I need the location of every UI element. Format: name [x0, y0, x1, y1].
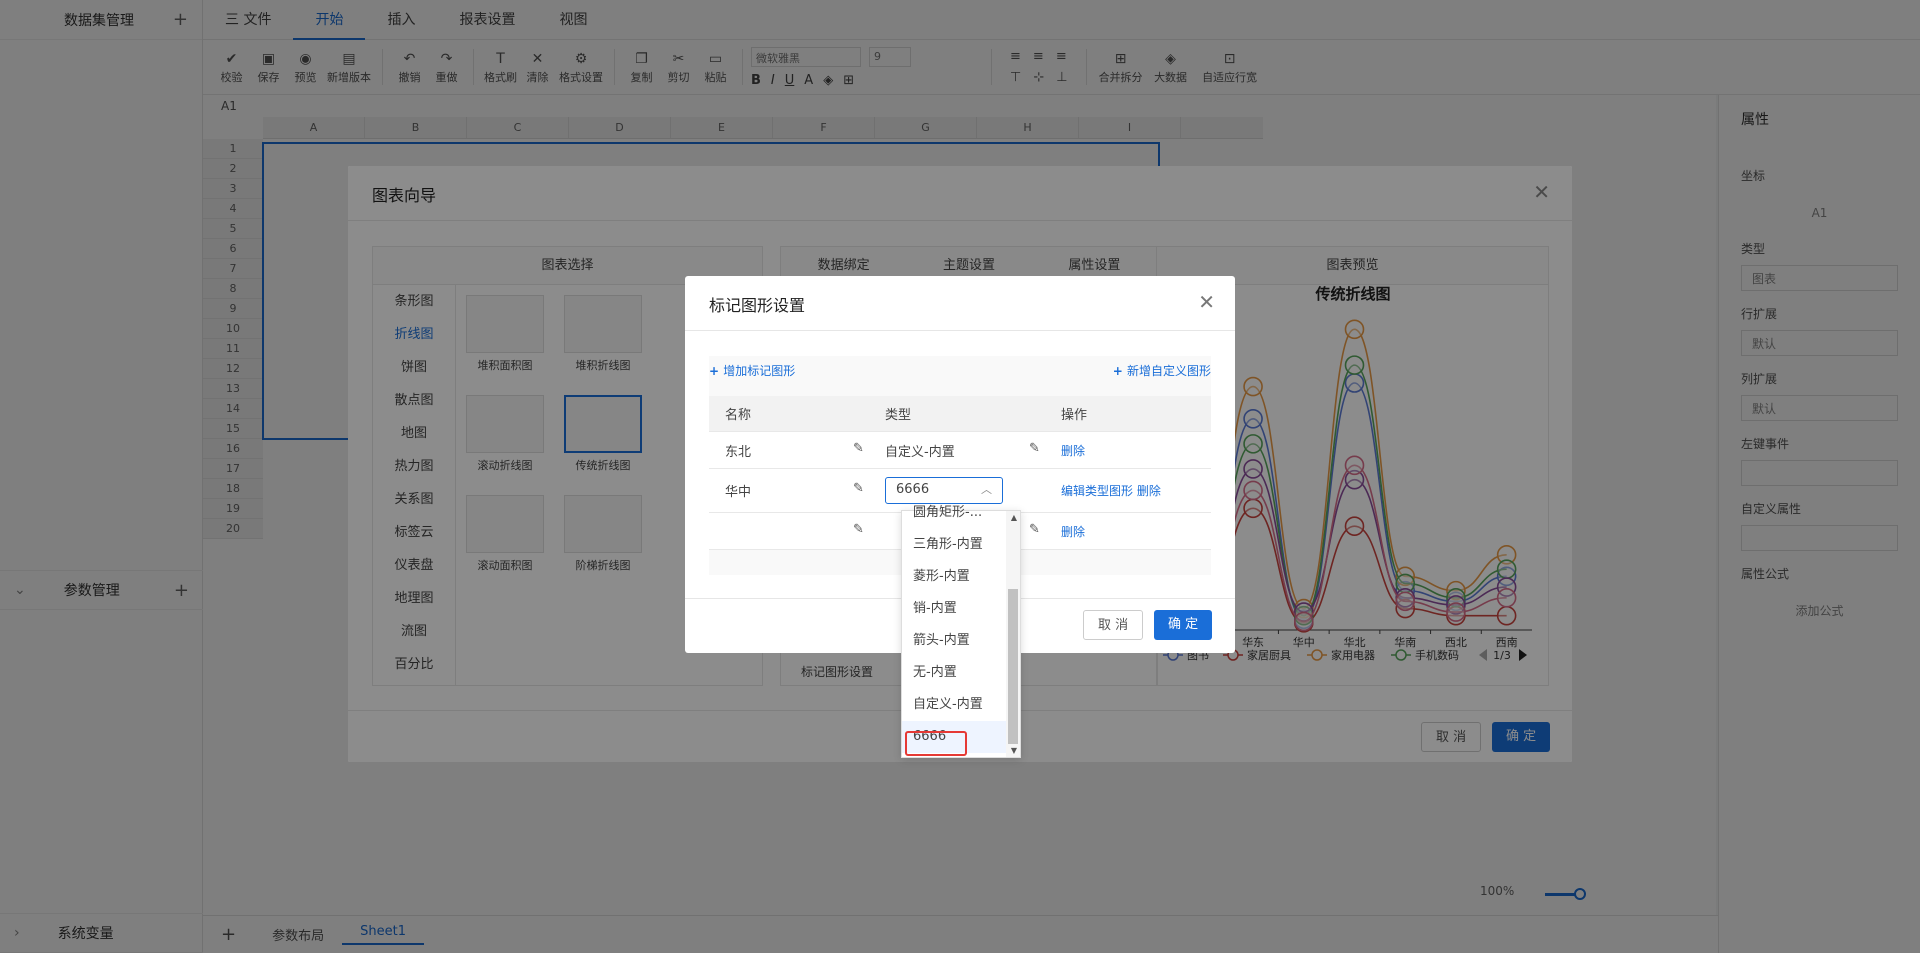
pencil-icon[interactable]: ✎ [853, 522, 864, 537]
pencil-icon[interactable]: ✎ [1029, 441, 1040, 456]
add-custom-link[interactable]: + 新增自定义图形 [1113, 362, 1211, 379]
header-ops: 操作 [1061, 408, 1088, 423]
dropdown-option[interactable]: 自定义-内置 [902, 689, 1006, 721]
dialog-ok-button[interactable]: 确 定 [1154, 610, 1213, 640]
header-name: 名称 [725, 408, 752, 423]
scroll-up-icon[interactable]: ▲ [1011, 513, 1017, 522]
dialog-cancel-button[interactable]: 取 消 [1083, 610, 1144, 640]
pencil-icon[interactable]: ✎ [853, 441, 864, 456]
scrollbar-thumb[interactable] [1008, 589, 1018, 744]
delete-link[interactable]: 删除 [1061, 523, 1211, 540]
edit-delete-links[interactable]: 编辑类型图形 删除 [1061, 482, 1211, 499]
dropdown-option[interactable]: 箭头-内置 [902, 625, 1006, 657]
header-type: 类型 [885, 408, 912, 423]
plus-icon: + [1112, 364, 1127, 378]
dropdown-option[interactable]: 三角形-内置 [902, 529, 1006, 561]
chevron-up-icon: ︿ [981, 483, 992, 496]
type-dropdown: 圆角矩形-... 三角形-内置 菱形-内置 销-内置 箭头-内置 无-内置 自定… [901, 505, 1021, 758]
divider [685, 330, 1235, 331]
table-row: 东北 自定义-内置 删除 ✎ ✎ [709, 432, 1211, 469]
highlight-box [905, 731, 967, 756]
delete-link[interactable]: 删除 [1061, 442, 1211, 459]
close-icon[interactable]: ✕ [1198, 290, 1215, 314]
dropdown-option[interactable]: 无-内置 [902, 657, 1006, 689]
table-header: 名称 类型 操作 [709, 396, 1211, 432]
type-select-value: 6666 [896, 482, 930, 497]
dropdown-option[interactable]: 销-内置 [902, 593, 1006, 625]
dropdown-option[interactable]: 圆角矩形-... [902, 497, 1006, 529]
pencil-icon[interactable]: ✎ [1029, 522, 1040, 537]
dropdown-option[interactable]: 菱形-内置 [902, 561, 1006, 593]
pencil-icon[interactable]: ✎ [853, 481, 864, 496]
scroll-down-icon[interactable]: ▼ [1011, 746, 1017, 755]
add-marker-link[interactable]: + 增加标记图形 [709, 362, 795, 379]
dialog-title: 标记图形设置 [709, 296, 806, 315]
plus-icon: + [709, 364, 724, 378]
